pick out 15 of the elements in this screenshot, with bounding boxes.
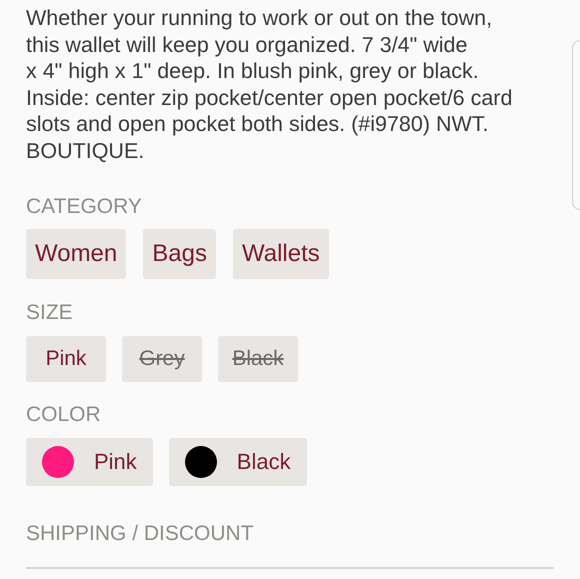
section-heading: SHIPPING / DISCOUNT (26, 522, 255, 546)
product-description: Whether your running to work or out on the town, this wallet will keep you organized. 7 3/4" wide x 4" high x 1" deep. In blush pink, grey or black. Inside: center zip pocket/center open pocket/6 card slots and open pocket both sides. (#i9780) NWT. BOUTIQUE. (26, 5, 512, 164)
category-tag[interactable]: Bags (143, 229, 216, 279)
size-option[interactable]: Pink (26, 336, 106, 382)
category-tag[interactable]: Women (26, 229, 126, 279)
color-label: Black (236, 449, 291, 475)
category-tag[interactable]: Wallets (232, 229, 329, 279)
size-option[interactable]: Grey (122, 336, 202, 382)
color-label: Pink (94, 449, 137, 475)
color-option[interactable]: Pink (26, 438, 153, 486)
color-option[interactable]: Black (168, 438, 307, 486)
section-heading: COLOR (26, 403, 102, 427)
size-option[interactable]: Black (218, 336, 298, 382)
section-heading: SIZE (26, 301, 74, 325)
section-heading: CATEGORY (26, 195, 143, 219)
